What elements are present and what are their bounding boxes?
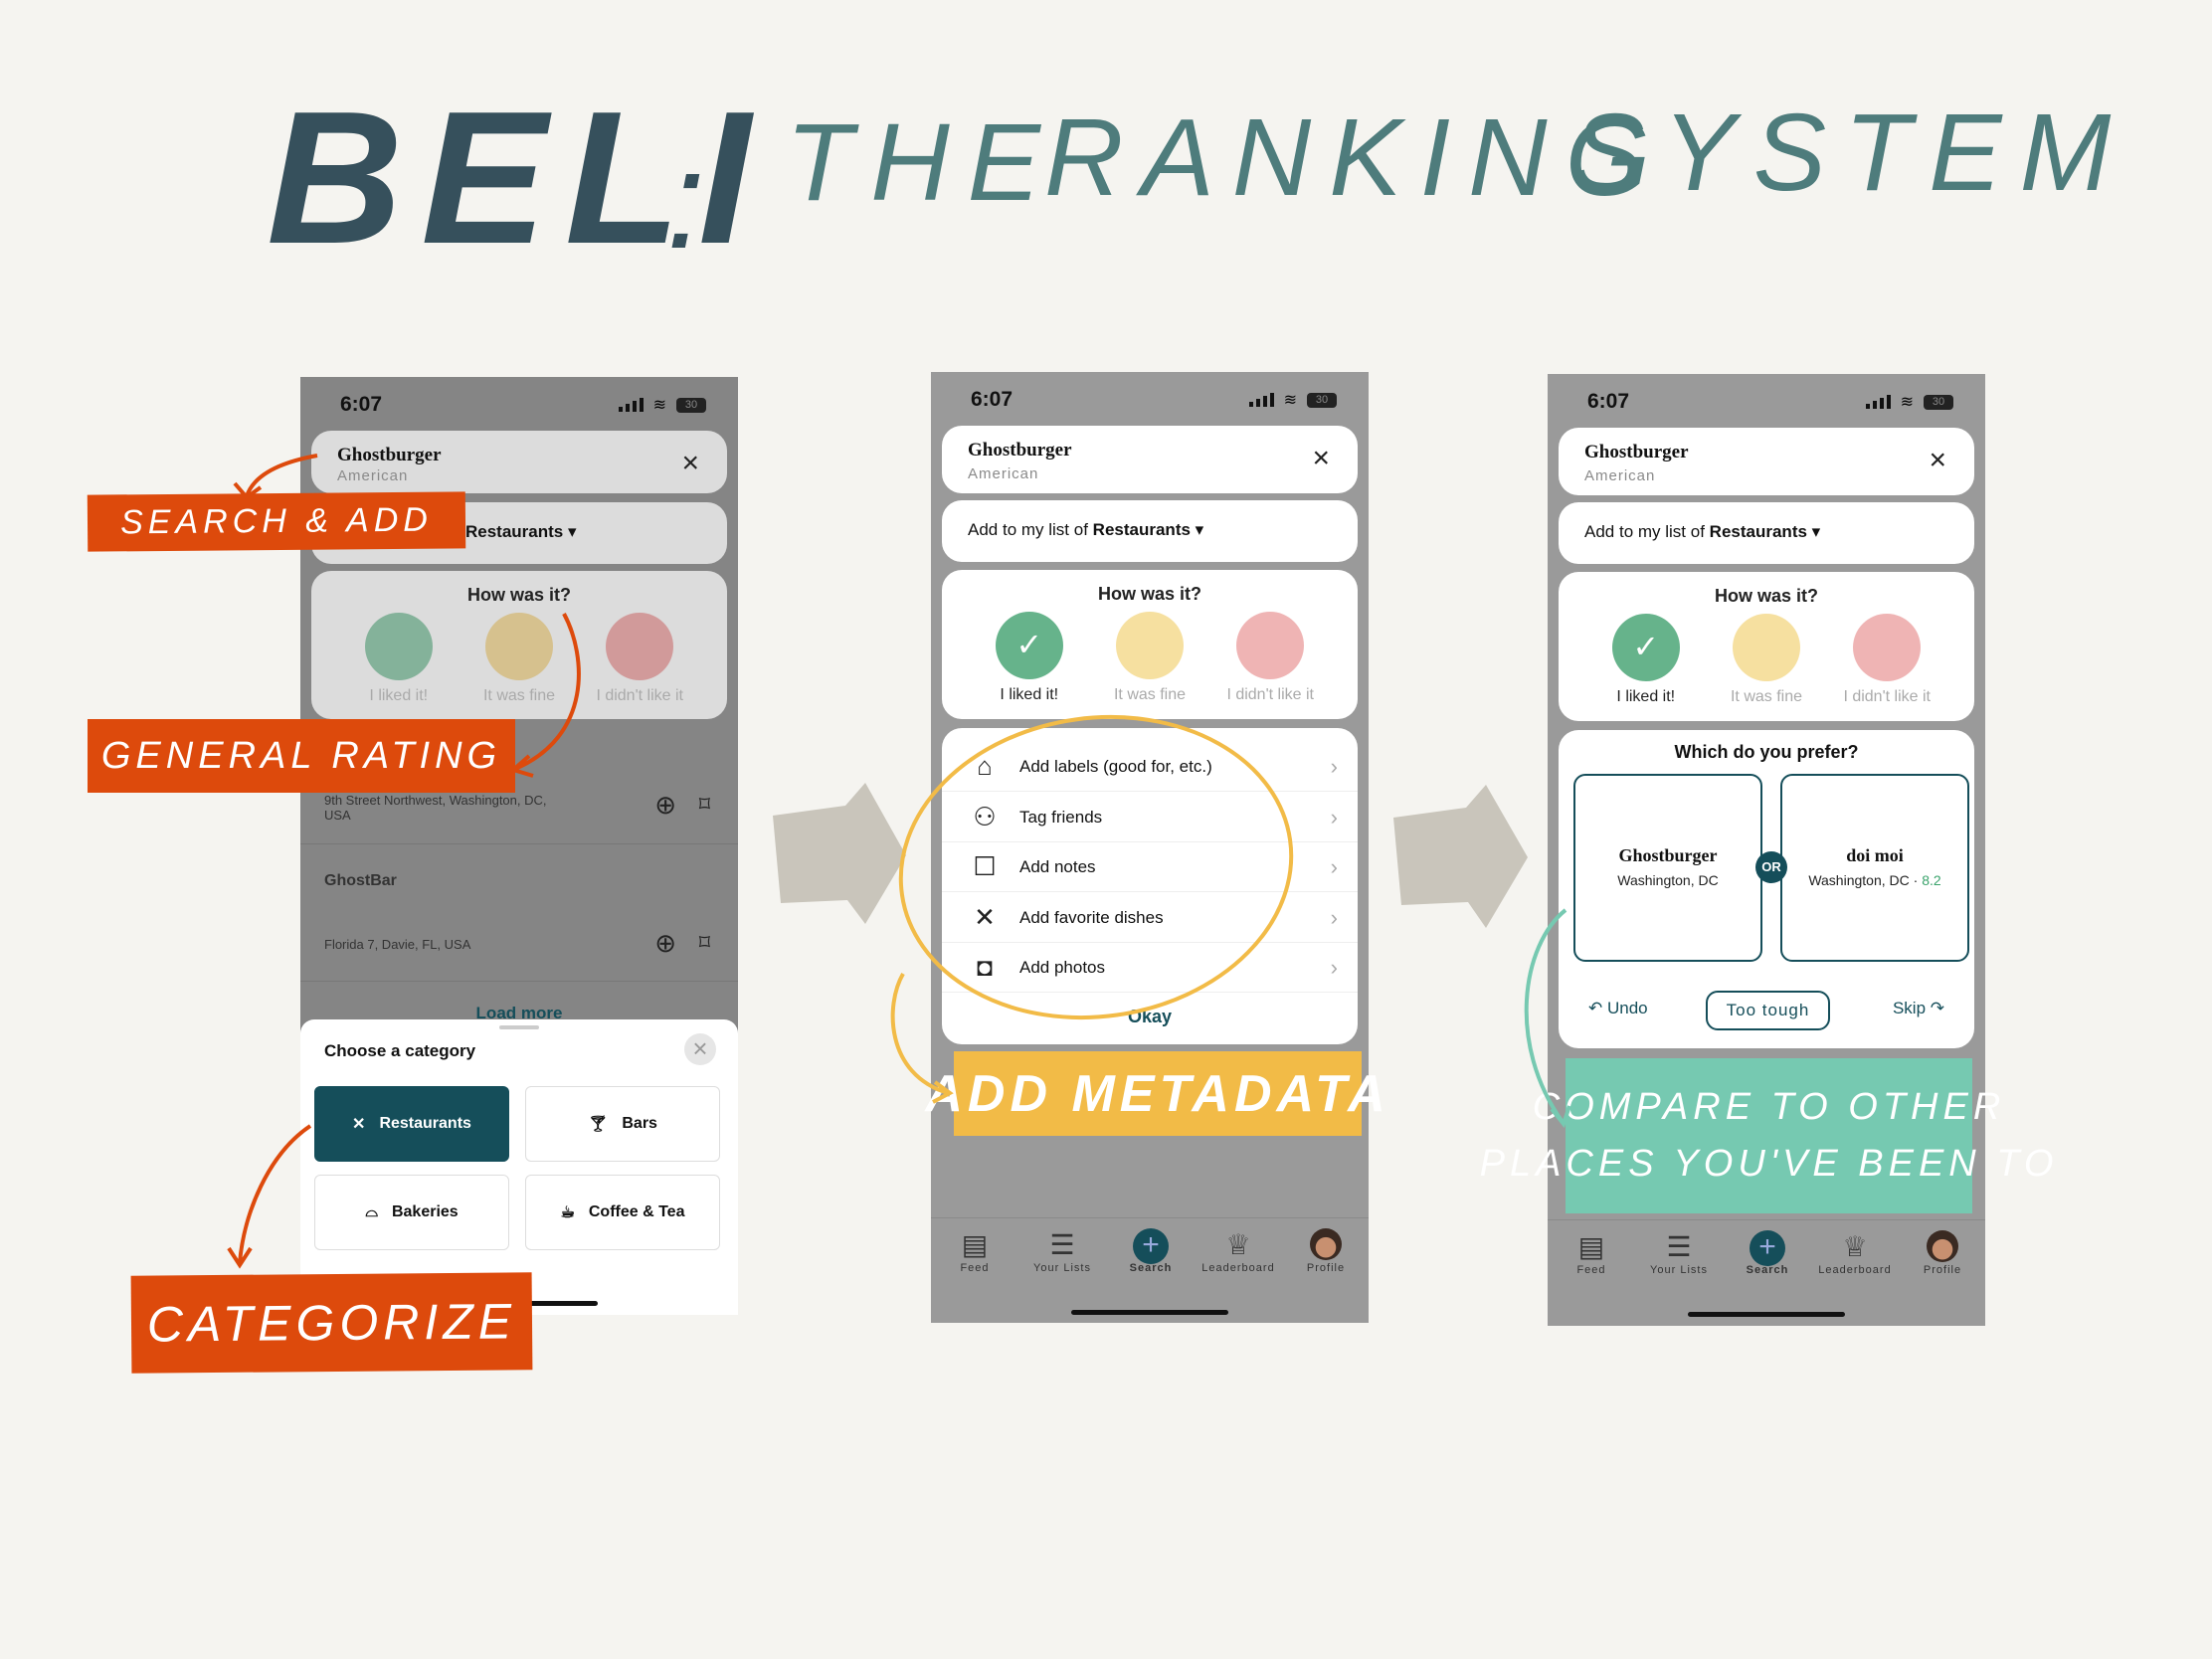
arrow-compare [1524,908,1571,1129]
arrow-search [233,454,318,500]
block-arrow-icon [1393,785,1528,928]
arrow-rating [508,613,581,778]
hand-drawn-overlay [227,454,1571,1269]
arrow-metadata [890,972,954,1104]
highlight-circle [898,714,1294,1020]
arrow-categorize [227,1124,312,1269]
block-arrow-icon [773,783,906,924]
